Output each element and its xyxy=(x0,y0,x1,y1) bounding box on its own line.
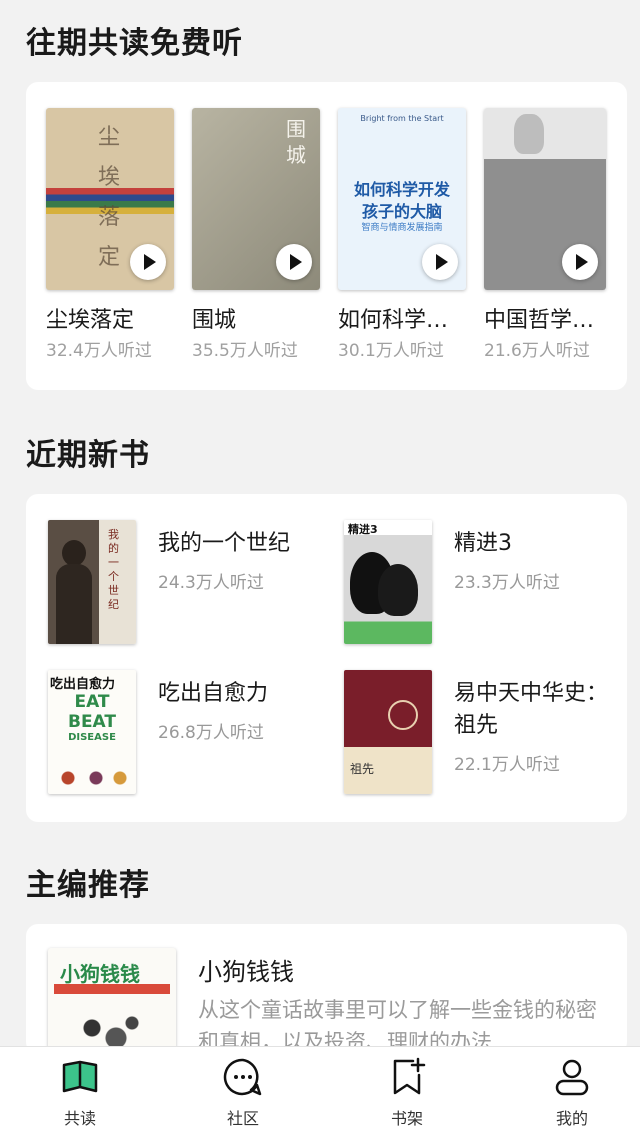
nav-tab-community[interactable]: 社区 xyxy=(193,1053,293,1133)
play-button[interactable] xyxy=(562,244,598,280)
cover-title: 孩子的大脑 xyxy=(361,202,442,221)
book-cover[interactable] xyxy=(484,108,606,290)
new-book-item[interactable]: 吃出自愈力 EAT BEAT DISEASE 吃出自愈力 26.8万人听过 xyxy=(48,670,328,796)
book-description: 从这个童话故事里可以了解一些金钱的秘密和真相，以及投资、理财的办法 xyxy=(198,998,597,1054)
listen-count: 26.8万人听过 xyxy=(158,723,264,743)
new-books-card: 我的一个世纪 我的一个世纪 24.3万人听过 精进3 精进3 23.3万人听过 … xyxy=(26,494,627,822)
play-button[interactable] xyxy=(422,244,458,280)
book-cover[interactable]: 祖先 xyxy=(344,670,432,794)
listen-count: 22.1万人听过 xyxy=(454,755,560,775)
book-title[interactable]: 易中天中华史：祖先 xyxy=(454,678,614,742)
cover-en-text: DISEASE xyxy=(68,732,116,743)
cover-subtitle: 祖先 xyxy=(350,762,375,776)
play-button[interactable] xyxy=(130,244,166,280)
free-listen-card: 尘埃落定 尘埃落定 32.4万人听过 围城 围城 35.5万人听过 Bright… xyxy=(26,82,627,390)
play-button[interactable] xyxy=(276,244,312,280)
book-name[interactable]: 中国哲学… xyxy=(484,302,594,334)
listen-count: 21.6万人听过 xyxy=(484,341,590,361)
cover-title: 如何科学开发 xyxy=(353,180,450,199)
nav-tab-gongdu[interactable]: 共读 xyxy=(30,1053,130,1133)
cover-title: 吃出自愈力 xyxy=(50,677,116,692)
book-cover[interactable]: 吃出自愈力 EAT BEAT DISEASE xyxy=(48,670,136,794)
new-books-title: 近期新书 xyxy=(26,438,150,473)
cover-top-text: Bright from the Start xyxy=(360,114,444,123)
nav-tab-bookshelf[interactable]: 书架 xyxy=(357,1053,457,1133)
book-cover[interactable]: 小狗钱钱 xyxy=(48,948,176,1054)
listen-count: 24.3万人听过 xyxy=(158,573,264,593)
chat-bubble-icon xyxy=(223,1058,262,1096)
book-open-icon xyxy=(62,1060,98,1093)
nav-label: 社区 xyxy=(226,1109,259,1128)
free-listen-title: 往期共读免费听 xyxy=(26,26,243,61)
person-icon xyxy=(555,1059,589,1096)
book-cover[interactable]: Bright from the Start 如何科学开发 孩子的大脑 智商与情商… xyxy=(338,108,466,290)
book-name[interactable]: 尘埃落定 xyxy=(46,302,134,334)
book-title[interactable]: 我的一个世纪 xyxy=(158,528,318,560)
cover-title: 尘埃落定 xyxy=(98,125,121,270)
nav-tab-me[interactable]: 我的 xyxy=(522,1053,622,1133)
book-name[interactable]: 如何科学… xyxy=(338,302,448,334)
cover-title: 小狗钱钱 xyxy=(60,962,140,986)
listen-count: 32.4万人听过 xyxy=(46,341,152,361)
cover-en-text: EAT xyxy=(74,692,110,712)
bottom-nav: 共读 社区 书架 我的 xyxy=(0,1046,640,1137)
new-book-item[interactable]: 祖先 易中天中华史：祖先 22.1万人听过 xyxy=(344,670,624,796)
nav-label: 共读 xyxy=(63,1109,96,1128)
new-book-item[interactable]: 精进3 精进3 23.3万人听过 xyxy=(344,520,624,646)
bookshelf-add-icon xyxy=(393,1057,426,1095)
nav-label: 书架 xyxy=(390,1109,423,1128)
book-title[interactable]: 小狗钱钱 xyxy=(198,952,294,987)
book-title[interactable]: 精进3 xyxy=(454,528,614,560)
editor-rec-card[interactable]: 小狗钱钱 小狗钱钱 从这个童话故事里可以了解一些金钱的秘密和真相，以及投资、理财… xyxy=(26,924,627,1054)
editor-rec-title: 主编推荐 xyxy=(26,868,150,903)
cover-title: 我的一个世纪 xyxy=(108,528,119,611)
listen-count: 23.3万人听过 xyxy=(454,573,560,593)
new-book-item[interactable]: 我的一个世纪 我的一个世纪 24.3万人听过 xyxy=(48,520,328,646)
listen-count: 30.1万人听过 xyxy=(338,341,444,361)
book-title[interactable]: 吃出自愈力 xyxy=(158,678,318,710)
cover-title: 围城 xyxy=(286,117,306,167)
cover-subtitle: 智商与情商发展指南 xyxy=(361,223,443,233)
book-name[interactable]: 围城 xyxy=(192,302,236,334)
cover-en-text: BEAT xyxy=(67,712,116,732)
listen-count: 35.5万人听过 xyxy=(192,341,298,361)
book-cover[interactable]: 我的一个世纪 xyxy=(48,520,136,644)
book-cover[interactable]: 精进3 xyxy=(344,520,432,644)
nav-label: 我的 xyxy=(555,1109,588,1128)
cover-title: 精进3 xyxy=(348,523,378,536)
book-cover[interactable]: 尘埃落定 xyxy=(46,108,174,290)
book-cover[interactable]: 围城 xyxy=(192,108,320,290)
